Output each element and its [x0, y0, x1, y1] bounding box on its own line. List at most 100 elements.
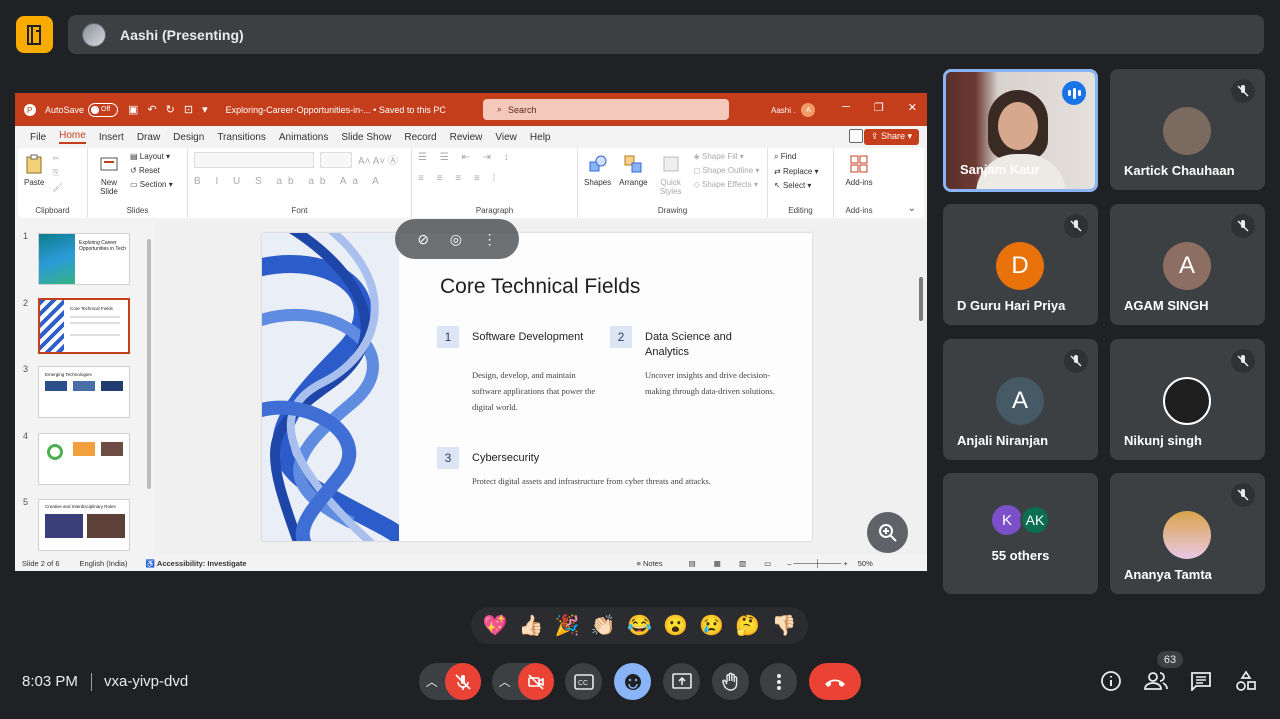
ribbon-tab-design[interactable]: Design [173, 132, 204, 143]
view-buttons[interactable]: ▤ ▦ ▧ ▭ [689, 559, 780, 568]
ribbon-tab-transitions[interactable]: Transitions [217, 132, 266, 143]
ribbon-tab-animations[interactable]: Animations [279, 132, 328, 143]
participant-tile[interactable]: Sanjam Kaur [943, 69, 1098, 192]
copy-icon[interactable]: ⎘ [52, 168, 62, 178]
ribbon-tab-draw[interactable]: Draw [137, 132, 160, 143]
participant-tile[interactable]: Ananya Tamta [1110, 473, 1265, 594]
arrange-button[interactable]: Arrange [619, 152, 648, 196]
leave-call-button[interactable] [809, 663, 861, 700]
font-size-icons[interactable]: A˄ A˅ Ⓐ [358, 152, 398, 168]
slide-thumbnail-4[interactable] [38, 433, 130, 485]
participant-tile[interactable]: A AGAM SINGH [1110, 204, 1265, 325]
format-painter-icon[interactable]: 🖌 [52, 183, 62, 192]
meeting-details-button[interactable] [1099, 669, 1123, 693]
save-icon[interactable]: ▣ [128, 103, 138, 116]
activities-button[interactable] [1234, 669, 1258, 693]
more-options-button[interactable] [760, 663, 797, 700]
ribbon-tab-slide-show[interactable]: Slide Show [341, 132, 391, 143]
present-screen-button[interactable] [663, 663, 700, 700]
paste-button[interactable]: Paste [24, 152, 44, 192]
font-size-select[interactable] [320, 152, 352, 168]
slide-2[interactable]: Core Technical Fields 1 Software Develop… [262, 233, 812, 541]
participant-tile[interactable]: A Anjali Niranjan [943, 339, 1098, 460]
slide-thumbnail-5[interactable]: Creative and Interdisciplinary Roles [38, 499, 130, 551]
slide-thumbnail-2[interactable]: Core Technical Fields [38, 298, 130, 354]
emoji-reactions-button[interactable] [614, 663, 651, 700]
quick-styles-button[interactable]: Quick Styles [656, 152, 686, 196]
thumbnails-scrollbar[interactable] [147, 229, 153, 549]
reaction-emoji[interactable]: 💖 [483, 613, 508, 638]
reaction-emoji[interactable]: 👎🏻 [771, 613, 796, 638]
shapes-button[interactable]: Shapes [584, 152, 611, 196]
minimize-icon[interactable]: ─ [842, 101, 850, 114]
comments-icon[interactable] [849, 129, 863, 143]
participant-tile[interactable]: Nikunj singh [1110, 339, 1265, 460]
restore-icon[interactable]: ❐ [874, 101, 884, 114]
customize-qat-icon[interactable]: ▾ [202, 103, 208, 116]
reaction-emoji[interactable]: 😢 [699, 613, 724, 638]
raise-hand-button[interactable] [712, 663, 749, 700]
accessibility-status[interactable]: ♿ Accessibility: Investigate [145, 559, 246, 568]
zoom-slider[interactable]: – ────┼──── + [787, 559, 848, 568]
list-icons[interactable]: ☰ ☰ ⇤ ⇥ ↕ [418, 152, 571, 163]
redo-icon[interactable]: ↻ [166, 103, 175, 116]
align-icons[interactable]: ≡ ≡ ≡ ≡ ⁞ [418, 173, 571, 184]
section-button[interactable]: ▭ Section ▾ [130, 180, 173, 189]
reaction-emoji[interactable]: 👍🏻 [519, 613, 544, 638]
font-format-icons[interactable]: B I U S ab ab Aa A [194, 176, 405, 187]
reaction-emoji[interactable]: 🤔 [735, 613, 760, 638]
notes-button[interactable]: ≡ Notes [637, 559, 663, 568]
participant-tile[interactable]: Kartick Chauhaan [1110, 69, 1265, 190]
reaction-emoji[interactable]: 😮 [663, 613, 688, 638]
ppt-user[interactable]: Aashi . A [771, 103, 816, 117]
ribbon-tab-insert[interactable]: Insert [99, 132, 124, 143]
language-status[interactable]: English (India) [80, 559, 128, 568]
autosave[interactable]: AutoSave Off [45, 102, 119, 117]
zoom-level[interactable]: 50% [858, 559, 873, 568]
others-tile[interactable]: K AK 55 others [943, 473, 1098, 594]
presenter-bar[interactable]: Aashi (Presenting) [68, 15, 1264, 54]
more-options-icon[interactable]: ⋮ [483, 231, 497, 248]
video-settings-chevron-icon[interactable]: ︿ [492, 673, 518, 690]
camera-off-button[interactable] [517, 663, 554, 700]
cut-icon[interactable]: ✂ [52, 154, 62, 163]
reaction-emoji[interactable]: 🎉 [555, 613, 580, 638]
shape-outline-button[interactable]: ◻ Shape Outline ▾ [694, 166, 760, 175]
ribbon-tab-file[interactable]: File [30, 132, 46, 143]
zoom-in-button[interactable] [867, 512, 908, 553]
ribbon-tab-view[interactable]: View [495, 132, 517, 143]
slide-thumbnail-1[interactable]: Exploring Career Opportunities in Tech [38, 233, 130, 285]
addins-button[interactable]: Add-ins [840, 152, 878, 187]
audio-settings-chevron-icon[interactable]: ︿ [419, 673, 445, 690]
ribbon-tab-review[interactable]: Review [450, 132, 483, 143]
reaction-emoji[interactable]: 😂 [627, 613, 652, 638]
participant-tile[interactable]: D D Guru Hari Priya [943, 204, 1098, 325]
document-title[interactable]: Exploring-Career-Opportunities-in-... • … [226, 105, 446, 115]
share-button[interactable]: ⇪ Share ▾ [863, 129, 919, 145]
slide-scrollbar[interactable] [915, 221, 927, 555]
pin-off-icon[interactable]: ⊘ [417, 231, 429, 248]
font-family-select[interactable] [194, 152, 314, 168]
ppt-search-box[interactable]: ⌕ Search [483, 99, 729, 120]
autosave-toggle[interactable]: Off [88, 102, 119, 117]
reaction-emoji[interactable]: 👏🏻 [591, 613, 616, 638]
ribbon-tab-record[interactable]: Record [404, 132, 436, 143]
chat-button[interactable] [1189, 669, 1213, 693]
new-slide-button[interactable]: New Slide [94, 152, 124, 196]
ribbon-tab-home[interactable]: Home [59, 130, 86, 144]
replace-button[interactable]: ⇄ Replace ▾ [774, 167, 827, 176]
present-icon[interactable]: ⊡ [184, 103, 193, 116]
find-button[interactable]: ⌕ Find [774, 152, 827, 162]
meet-logo-icon[interactable] [16, 16, 53, 53]
mic-off-button[interactable] [444, 663, 481, 700]
people-button[interactable] [1144, 669, 1168, 693]
collapse-ribbon-icon[interactable]: ⌄ [908, 203, 916, 214]
slide-thumbnail-3[interactable]: Emerging Technologies [38, 366, 130, 418]
undo-icon[interactable]: ↶ [147, 103, 156, 116]
layout-button[interactable]: ▤ Layout ▾ [130, 152, 173, 161]
meeting-code[interactable]: vxa-yivp-dvd [104, 673, 188, 690]
close-icon[interactable]: ✕ [908, 101, 917, 114]
shape-effects-button[interactable]: ◇ Shape Effects ▾ [694, 180, 760, 189]
reset-button[interactable]: ↺ Reset [130, 166, 173, 175]
shape-fill-button[interactable]: ◈ Shape Fill ▾ [694, 152, 760, 161]
